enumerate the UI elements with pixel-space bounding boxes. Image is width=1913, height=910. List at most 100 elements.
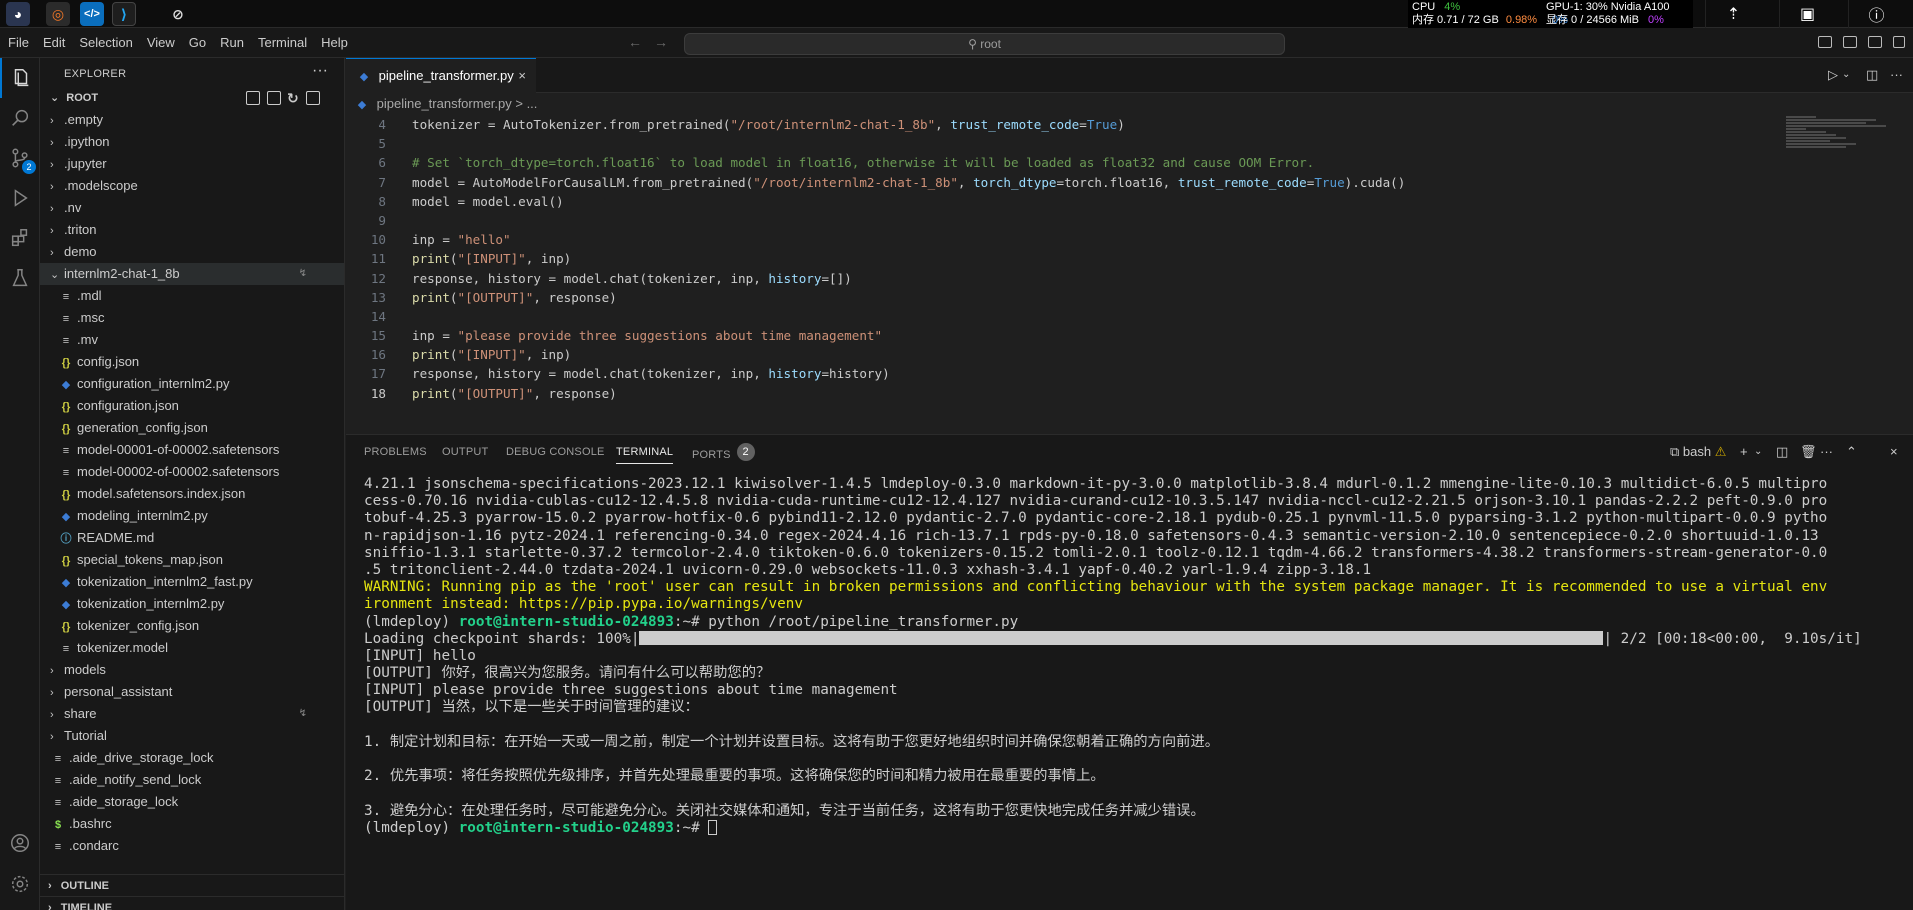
terminal-line: ironment instead: https://pip.pypa.io/wa… xyxy=(364,596,803,613)
tree-item[interactable]: ◆ modeling_internlm2.py xyxy=(40,505,344,527)
tree-item[interactable]: ≡ .aide_notify_send_lock xyxy=(40,769,344,791)
tree-item[interactable]: ≡ tokenizer.model xyxy=(40,637,344,659)
tree-item[interactable]: ≡ model-00001-of-00002.safetensors xyxy=(40,439,344,461)
editor-tab-pipeline[interactable]: ◆ pipeline_transformer.py × xyxy=(346,58,536,93)
new-file-icon[interactable] xyxy=(246,91,260,105)
refresh-icon[interactable]: ↻ xyxy=(287,87,299,109)
tree-item[interactable]: › .nv xyxy=(40,197,344,219)
tab-debug-console[interactable]: DEBUG CONSOLE xyxy=(506,446,605,458)
upload-icon[interactable]: ⇡ xyxy=(1705,0,1761,28)
outline-section[interactable]: › OUTLINE xyxy=(40,874,344,896)
explorer-root[interactable]: ⌄ ROOT ↻ xyxy=(40,87,344,109)
tree-item[interactable]: › models xyxy=(40,659,344,681)
close-panel-icon[interactable]: × xyxy=(1890,444,1898,459)
vscode-icon[interactable]: ⟩ xyxy=(112,2,136,26)
toggle-secondary-sidebar-icon[interactable] xyxy=(1868,36,1882,48)
tab-ports[interactable]: PORTS 2 xyxy=(692,443,755,464)
breadcrumb[interactable]: ◆ pipeline_transformer.py > ... xyxy=(354,93,538,115)
tree-item[interactable]: ≡ model-00002-of-00002.safetensors xyxy=(40,461,344,483)
menu-file[interactable]: File xyxy=(1,35,36,50)
manage-activity[interactable] xyxy=(0,864,40,904)
tree-item[interactable]: {} generation_config.json xyxy=(40,417,344,439)
tree-item[interactable]: ◆ tokenization_internlm2_fast.py xyxy=(40,571,344,593)
accounts-activity[interactable] xyxy=(0,823,40,863)
tree-item[interactable]: ◆ tokenization_internlm2.py xyxy=(40,593,344,615)
extensions-activity[interactable] xyxy=(0,218,40,258)
menu-edit[interactable]: Edit xyxy=(36,35,72,50)
tree-item[interactable]: › .triton xyxy=(40,219,344,241)
run-debug-activity[interactable] xyxy=(0,178,40,218)
tree-item[interactable]: › .jupyter xyxy=(40,153,344,175)
chevron-down-icon[interactable]: ⌄ xyxy=(1842,69,1850,80)
tree-item[interactable]: › .empty xyxy=(40,109,344,131)
menu-terminal[interactable]: Terminal xyxy=(251,35,314,50)
code-view[interactable]: 4 tokenizer = AutoTokenizer.from_pretrain… xyxy=(346,115,1766,403)
run-file-icon[interactable]: ▷ xyxy=(1828,67,1838,83)
testing-activity[interactable] xyxy=(0,258,40,298)
search-activity[interactable] xyxy=(0,98,40,138)
jupyter-icon[interactable]: ◎ xyxy=(46,2,70,26)
nav-forward-icon[interactable]: → xyxy=(654,34,668,50)
new-terminal-icon[interactable]: + xyxy=(1740,444,1748,459)
tree-item[interactable]: {} special_tokens_map.json xyxy=(40,549,344,571)
menu-selection[interactable]: Selection xyxy=(72,35,139,50)
split-editor-icon[interactable]: ◫ xyxy=(1866,67,1878,83)
tree-item[interactable]: › personal_assistant xyxy=(40,681,344,703)
code-editor-icon[interactable]: </> xyxy=(80,2,104,26)
trash-icon[interactable]: 🗑 xyxy=(1800,444,1817,460)
menu-help[interactable]: Help xyxy=(314,35,355,50)
tree-item[interactable]: $ .bashrc xyxy=(40,813,344,835)
compass-icon[interactable]: ⊘ xyxy=(166,2,190,26)
collapse-all-icon[interactable] xyxy=(306,91,320,105)
tree-item[interactable]: {} model.safetensors.index.json xyxy=(40,483,344,505)
tree-item[interactable]: ≡ .mdl xyxy=(40,285,344,307)
tab-problems[interactable]: PROBLEMS xyxy=(364,446,427,458)
explorer-activity[interactable] xyxy=(0,58,40,98)
toggle-panel-icon[interactable] xyxy=(1843,36,1857,48)
nav-back-icon[interactable]: ← xyxy=(628,34,642,50)
chevron-down-icon[interactable]: ⌄ xyxy=(1754,446,1762,457)
tree-item[interactable]: ≡ .condarc xyxy=(40,835,344,857)
toggle-sidebar-icon[interactable] xyxy=(1818,36,1832,48)
tree-item[interactable]: {} configuration.json xyxy=(40,395,344,417)
menu-run[interactable]: Run xyxy=(213,35,251,50)
tree-item[interactable]: ⌄ internlm2-chat-1_8b ↯ xyxy=(40,263,344,285)
command-center-search[interactable]: ⚲ root xyxy=(684,33,1285,55)
more-actions-icon[interactable]: ··· xyxy=(1890,67,1903,82)
tree-item[interactable]: › .modelscope xyxy=(40,175,344,197)
tree-item[interactable]: › demo xyxy=(40,241,344,263)
tree-item[interactable]: › .ipython xyxy=(40,131,344,153)
image-panel-icon[interactable]: ▣ xyxy=(1779,0,1835,28)
new-folder-icon[interactable] xyxy=(267,91,281,105)
minimap[interactable] xyxy=(1786,115,1896,175)
tree-item[interactable]: {} config.json xyxy=(40,351,344,373)
code-text: # Set `torch_dtype=torch.float16` to loa… xyxy=(412,155,1315,171)
tree-item[interactable]: ≡ .aide_drive_storage_lock xyxy=(40,747,344,769)
more-actions-icon[interactable]: ··· xyxy=(1820,444,1833,459)
tree-item[interactable]: › Tutorial xyxy=(40,725,344,747)
menu-go[interactable]: Go xyxy=(182,35,213,50)
tab-terminal[interactable]: TERMINAL xyxy=(616,446,674,464)
tree-item[interactable]: ⓘ README.md xyxy=(40,527,344,549)
customize-layout-icon[interactable] xyxy=(1893,36,1905,48)
close-icon[interactable]: × xyxy=(518,59,526,93)
tree-item[interactable]: ≡ .msc xyxy=(40,307,344,329)
split-terminal-icon[interactable]: ◫ xyxy=(1776,444,1788,460)
line-number: 13 xyxy=(370,289,386,305)
tree-item[interactable]: › share ↯ xyxy=(40,703,344,725)
menu-view[interactable]: View xyxy=(140,35,182,50)
info-icon[interactable]: ⓘ xyxy=(1848,0,1904,28)
tab-output[interactable]: OUTPUT xyxy=(442,446,488,458)
terminal-output[interactable]: 4.21.1 jsonschema-specifications-2023.12… xyxy=(364,476,1904,910)
timeline-section[interactable]: › TIMELINE xyxy=(40,896,344,910)
terminal-profile[interactable]: ⧉ bash ⚠ xyxy=(1670,444,1726,460)
tree-item[interactable]: ≡ .mv xyxy=(40,329,344,351)
more-actions-icon[interactable]: ··· xyxy=(312,62,328,80)
tree-item[interactable]: {} tokenizer_config.json xyxy=(40,615,344,637)
source-control-activity[interactable]: 2 xyxy=(0,138,40,178)
json-file-icon: {} xyxy=(61,555,71,567)
maximize-panel-icon[interactable]: ⌃ xyxy=(1846,444,1857,460)
app-avatar-icon[interactable]: ◕ xyxy=(6,2,30,26)
tree-item[interactable]: ◆ configuration_internlm2.py xyxy=(40,373,344,395)
tree-item[interactable]: ≡ .aide_storage_lock xyxy=(40,791,344,813)
